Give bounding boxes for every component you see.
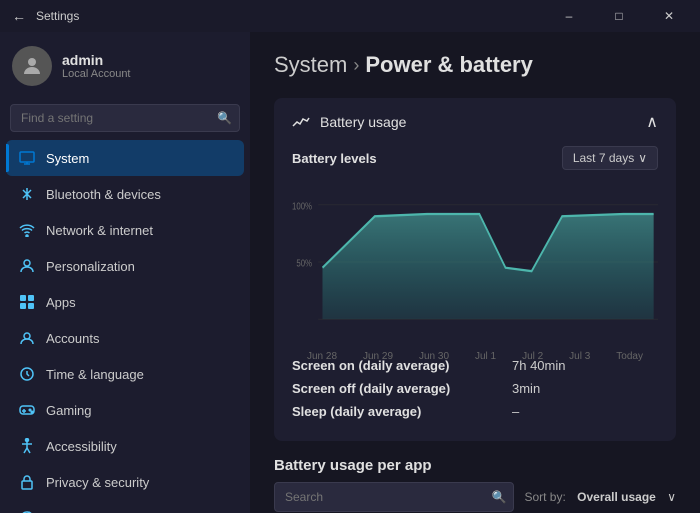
battery-usage-card: Battery usage ∧ Battery levels Last 7 da… xyxy=(274,98,676,441)
x-label-2: Jun 30 xyxy=(419,351,449,362)
x-label-3: Jul 1 xyxy=(475,351,496,362)
battery-chart-svg: 100% 50% xyxy=(292,182,658,342)
sidebar-item-time-label: Time & language xyxy=(46,367,144,382)
svg-text:50%: 50% xyxy=(296,258,312,269)
sidebar-item-accounts[interactable]: Accounts xyxy=(6,320,244,356)
app-search-container: 🔍 xyxy=(274,482,514,512)
stat-sleep-label: Sleep (daily average) xyxy=(292,404,512,419)
battery-usage-card-header[interactable]: Battery usage ∧ xyxy=(274,98,676,146)
x-label-5: Jul 3 xyxy=(569,351,590,362)
app-search-icon: 🔍 xyxy=(491,490,506,504)
title-bar: ← Settings – □ ✕ xyxy=(0,0,700,32)
battery-per-app-controls: 🔍 Sort by: Overall usage ∨ xyxy=(274,482,676,512)
sidebar-item-network-label: Network & internet xyxy=(46,223,153,238)
sidebar-item-apps-label: Apps xyxy=(46,295,76,310)
battery-chart-icon xyxy=(292,114,310,130)
battery-chart-container: 100% 50% xyxy=(292,182,658,342)
system-icon xyxy=(18,149,36,167)
bluetooth-icon xyxy=(18,185,36,203)
app-search-input[interactable] xyxy=(274,482,514,512)
svg-text:100%: 100% xyxy=(292,200,312,211)
breadcrumb-parent: System xyxy=(274,52,347,78)
sidebar-item-system-label: System xyxy=(46,151,89,166)
battery-levels-header: Battery levels Last 7 days ∨ xyxy=(292,146,658,170)
sidebar-search-icon: 🔍 xyxy=(217,111,232,125)
sidebar-item-accounts-label: Accounts xyxy=(46,331,99,346)
accessibility-icon xyxy=(18,437,36,455)
sidebar-item-gaming[interactable]: Gaming xyxy=(6,392,244,428)
battery-stats: Screen on (daily average) 7h 40min Scree… xyxy=(292,354,658,423)
stat-screen-off-label: Screen off (daily average) xyxy=(292,381,512,396)
stat-sleep: Sleep (daily average) – xyxy=(292,400,658,423)
sidebar-item-bluetooth[interactable]: Bluetooth & devices xyxy=(6,176,244,212)
user-section[interactable]: admin Local Account xyxy=(0,32,250,100)
avatar xyxy=(12,46,52,86)
title-bar-left: ← Settings xyxy=(12,8,79,24)
chart-x-labels: Jun 28 Jun 29 Jun 30 Jul 1 Jul 2 Jul 3 T… xyxy=(292,351,658,362)
user-name: admin xyxy=(62,52,131,68)
main-content: System › Power & battery Battery usage ∧… xyxy=(250,32,700,513)
network-icon xyxy=(18,221,36,239)
stat-sleep-value: – xyxy=(512,404,519,419)
personalization-icon xyxy=(18,257,36,275)
dropdown-arrow-icon: ∨ xyxy=(638,151,647,165)
sidebar-item-system[interactable]: System xyxy=(6,140,244,176)
battery-per-app-section: Battery usage per app 🔍 Sort by: Overall… xyxy=(274,457,676,512)
stat-screen-off: Screen off (daily average) 3min xyxy=(292,377,658,400)
close-button[interactable]: ✕ xyxy=(646,0,692,32)
sidebar-item-time[interactable]: Time & language xyxy=(6,356,244,392)
sidebar: admin Local Account 🔍 System xyxy=(0,32,250,513)
sort-value-label: Overall usage xyxy=(577,490,656,504)
nav-list: System Bluetooth & devices Network & int… xyxy=(0,140,250,513)
x-label-0: Jun 28 xyxy=(307,351,337,362)
accounts-icon xyxy=(18,329,36,347)
sidebar-item-personalization-label: Personalization xyxy=(46,259,135,274)
stat-screen-off-value: 3min xyxy=(512,381,540,396)
sidebar-item-apps[interactable]: Apps xyxy=(6,284,244,320)
time-range-dropdown[interactable]: Last 7 days ∨ xyxy=(562,146,658,170)
minimize-button[interactable]: – xyxy=(546,0,592,32)
gaming-icon xyxy=(18,401,36,419)
time-range-label: Last 7 days xyxy=(573,151,634,165)
page-title: Power & battery xyxy=(365,52,533,78)
user-type: Local Account xyxy=(62,68,131,80)
sidebar-item-personalization[interactable]: Personalization xyxy=(6,248,244,284)
time-icon xyxy=(18,365,36,383)
sidebar-search-input[interactable] xyxy=(10,104,240,132)
sidebar-item-bluetooth-label: Bluetooth & devices xyxy=(46,187,161,202)
battery-usage-collapse-icon: ∧ xyxy=(646,112,658,132)
sidebar-item-update[interactable]: Windows Update xyxy=(6,500,244,513)
x-label-6: Today xyxy=(616,351,643,362)
sidebar-item-gaming-label: Gaming xyxy=(46,403,92,418)
apps-icon xyxy=(18,293,36,311)
sidebar-item-accessibility-label: Accessibility xyxy=(46,439,117,454)
back-icon[interactable]: ← xyxy=(12,8,28,24)
sidebar-item-accessibility[interactable]: Accessibility xyxy=(6,428,244,464)
sidebar-search-box: 🔍 xyxy=(10,104,240,132)
sidebar-item-privacy-label: Privacy & security xyxy=(46,475,149,490)
sort-by-label: Sort by: xyxy=(524,490,565,504)
content-area: admin Local Account 🔍 System xyxy=(0,32,700,513)
user-info: admin Local Account xyxy=(62,52,131,80)
sidebar-item-network[interactable]: Network & internet xyxy=(6,212,244,248)
x-label-4: Jul 2 xyxy=(522,351,543,362)
sort-control[interactable]: Sort by: Overall usage ∨ xyxy=(524,490,676,504)
settings-window: ← Settings – □ ✕ admin Local Accoun xyxy=(0,0,700,513)
update-icon xyxy=(18,509,36,513)
battery-usage-label: Battery usage xyxy=(320,114,406,130)
breadcrumb-chevron: › xyxy=(353,55,359,76)
title-bar-controls: – □ ✕ xyxy=(546,0,692,32)
title-bar-title: Settings xyxy=(36,9,79,23)
battery-usage-card-body: Battery levels Last 7 days ∨ xyxy=(274,146,676,441)
maximize-button[interactable]: □ xyxy=(596,0,642,32)
card-header-left: Battery usage xyxy=(292,114,406,130)
x-label-1: Jun 29 xyxy=(363,351,393,362)
sidebar-item-privacy[interactable]: Privacy & security xyxy=(6,464,244,500)
battery-per-app-title: Battery usage per app xyxy=(274,457,676,474)
page-header: System › Power & battery xyxy=(274,52,676,78)
battery-levels-title: Battery levels xyxy=(292,151,377,166)
privacy-icon xyxy=(18,473,36,491)
sort-dropdown-icon: ∨ xyxy=(667,490,676,504)
